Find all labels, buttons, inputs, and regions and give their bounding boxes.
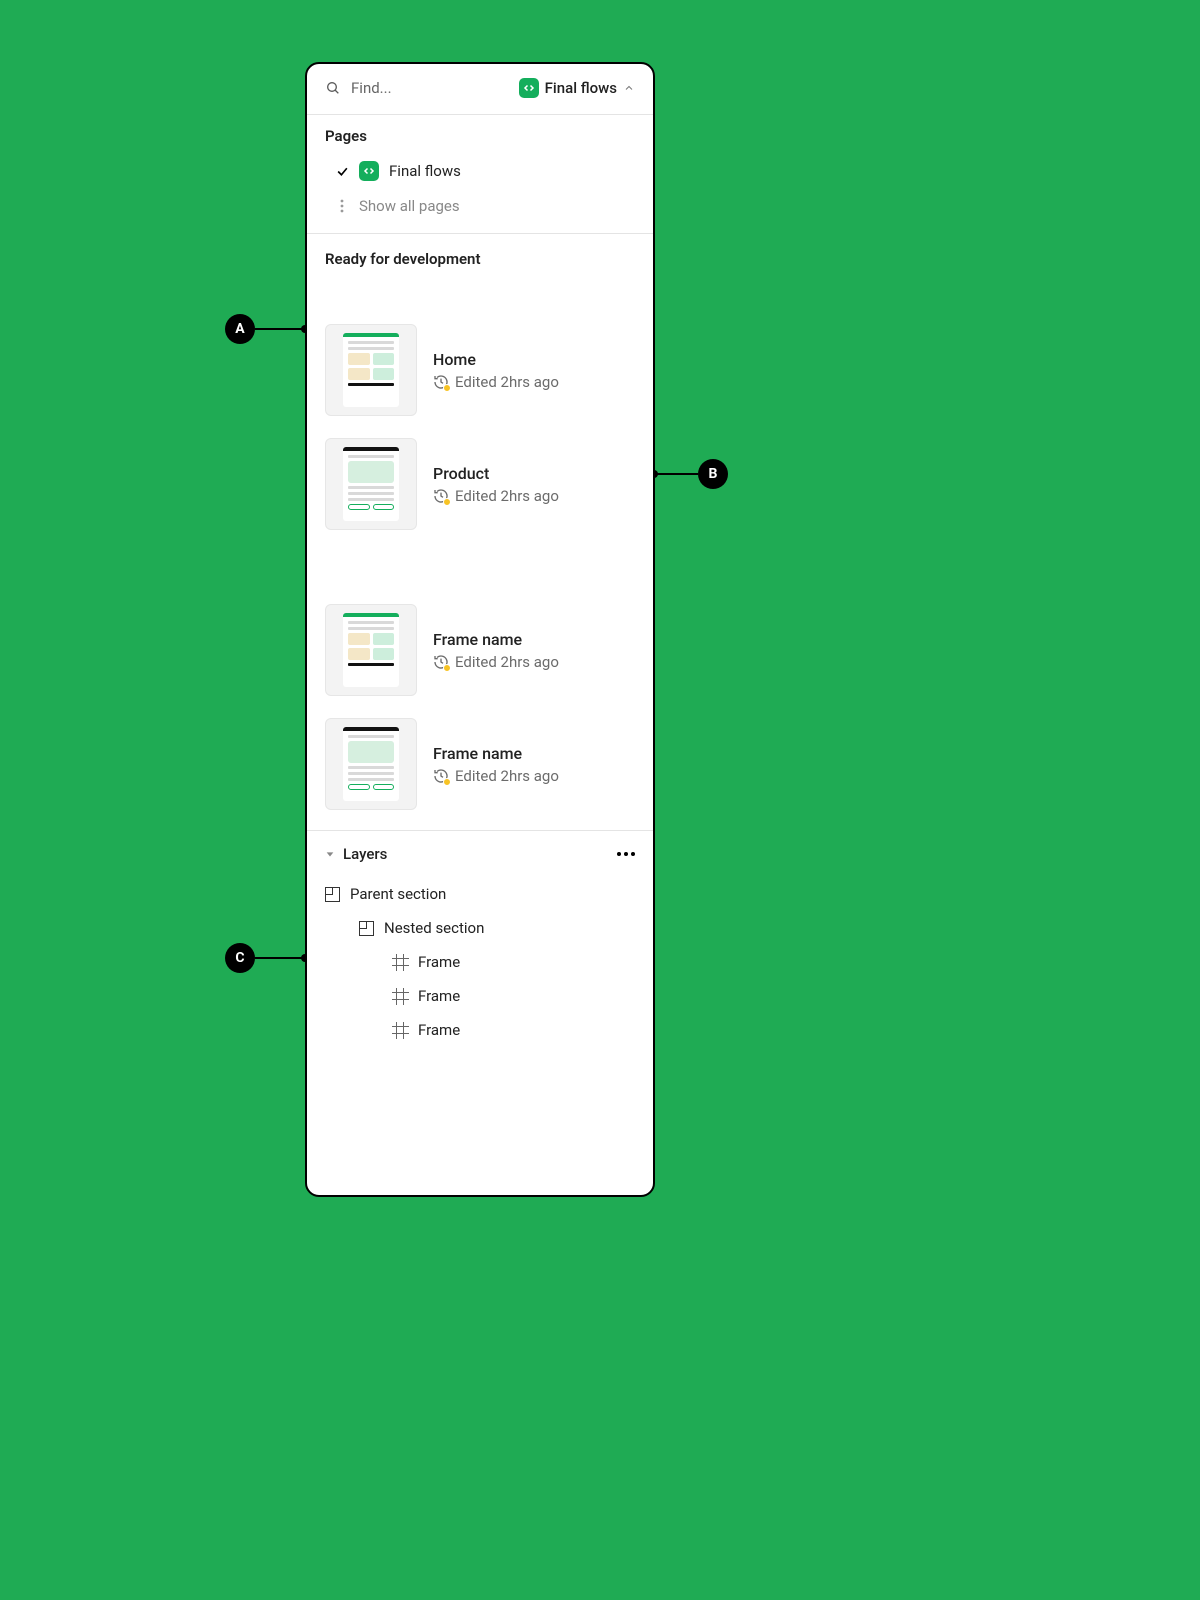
layer-label: Nested section <box>384 919 484 937</box>
kebab-vertical-icon <box>335 199 349 213</box>
page-selector-label: Final flows <box>545 79 617 97</box>
layer-frame[interactable]: Frame <box>307 945 653 979</box>
annotation-b-leader <box>654 473 698 475</box>
page-selector[interactable]: Final flows <box>519 78 635 98</box>
chevron-up-icon <box>623 82 635 94</box>
layer-label: Frame <box>418 1021 460 1039</box>
frame-icon <box>393 955 408 970</box>
frame-icon <box>393 989 408 1004</box>
annotation-a-leader <box>255 328 305 330</box>
frame-edited: Edited 2hrs ago <box>433 487 559 505</box>
show-all-label: Show all pages <box>359 197 460 215</box>
layer-label: Parent section <box>350 885 446 903</box>
caret-down-icon <box>325 845 337 863</box>
pages-heading: Pages <box>307 115 653 153</box>
top-bar: Find... Final flows <box>307 64 653 114</box>
layers-header[interactable]: Layers <box>307 831 653 877</box>
annotation-a: A <box>225 314 255 344</box>
history-icon <box>433 768 449 784</box>
page-name: Final flows <box>389 162 461 180</box>
frame-card[interactable]: Frame name Edited 2hrs ago <box>325 604 635 696</box>
frame-name: Frame name <box>433 630 559 649</box>
layer-label: Frame <box>418 953 460 971</box>
annotation-c: C <box>225 943 255 973</box>
frame-edited: Edited 2hrs ago <box>433 373 559 391</box>
frame-thumbnail <box>325 604 417 696</box>
edited-text: Edited 2hrs ago <box>455 653 559 671</box>
search-field[interactable]: Find... <box>325 79 509 97</box>
layer-label: Frame <box>418 987 460 1005</box>
search-icon <box>325 80 341 96</box>
show-all-pages[interactable]: Show all pages <box>307 189 653 223</box>
dev-mode-icon <box>359 161 379 181</box>
layer-frame[interactable]: Frame <box>307 979 653 1013</box>
frame-card[interactable]: Product Edited 2hrs ago <box>325 438 635 530</box>
frame-edited: Edited 2hrs ago <box>433 653 559 671</box>
frame-card[interactable]: Home Edited 2hrs ago <box>325 324 635 416</box>
frame-thumbnail <box>325 324 417 416</box>
check-icon <box>335 165 349 178</box>
layers-title: Layers <box>343 845 611 863</box>
section-icon <box>359 921 374 936</box>
section-icon <box>325 887 340 902</box>
edited-text: Edited 2hrs ago <box>455 373 559 391</box>
dev-sidebar-panel: Find... Final flows Pages Final flows Sh… <box>305 62 655 1197</box>
page-row-current[interactable]: Final flows <box>307 153 653 189</box>
frame-thumbnail <box>325 438 417 530</box>
frame-thumbnail <box>325 718 417 810</box>
frame-name: Product <box>433 464 559 483</box>
frame-edited: Edited 2hrs ago <box>433 767 559 785</box>
search-placeholder: Find... <box>351 79 509 97</box>
history-icon <box>433 654 449 670</box>
layer-frame[interactable]: Frame <box>307 1013 653 1047</box>
edited-text: Edited 2hrs ago <box>455 767 559 785</box>
frame-name: Home <box>433 350 559 369</box>
ready-frames-list: Home Edited 2hrs ago Product <box>307 274 653 830</box>
layer-parent-section[interactable]: Parent section <box>307 877 653 911</box>
more-icon[interactable] <box>617 852 635 856</box>
history-icon <box>433 488 449 504</box>
dev-mode-icon <box>519 78 539 98</box>
frame-name: Frame name <box>433 744 559 763</box>
annotation-b: B <box>698 459 728 489</box>
layer-nested-section[interactable]: Nested section <box>307 911 653 945</box>
ready-section-title: Ready for development <box>307 234 653 274</box>
annotation-c-leader <box>255 957 305 959</box>
frame-card[interactable]: Frame name Edited 2hrs ago <box>325 718 635 810</box>
edited-text: Edited 2hrs ago <box>455 487 559 505</box>
history-icon <box>433 374 449 390</box>
frame-icon <box>393 1023 408 1038</box>
